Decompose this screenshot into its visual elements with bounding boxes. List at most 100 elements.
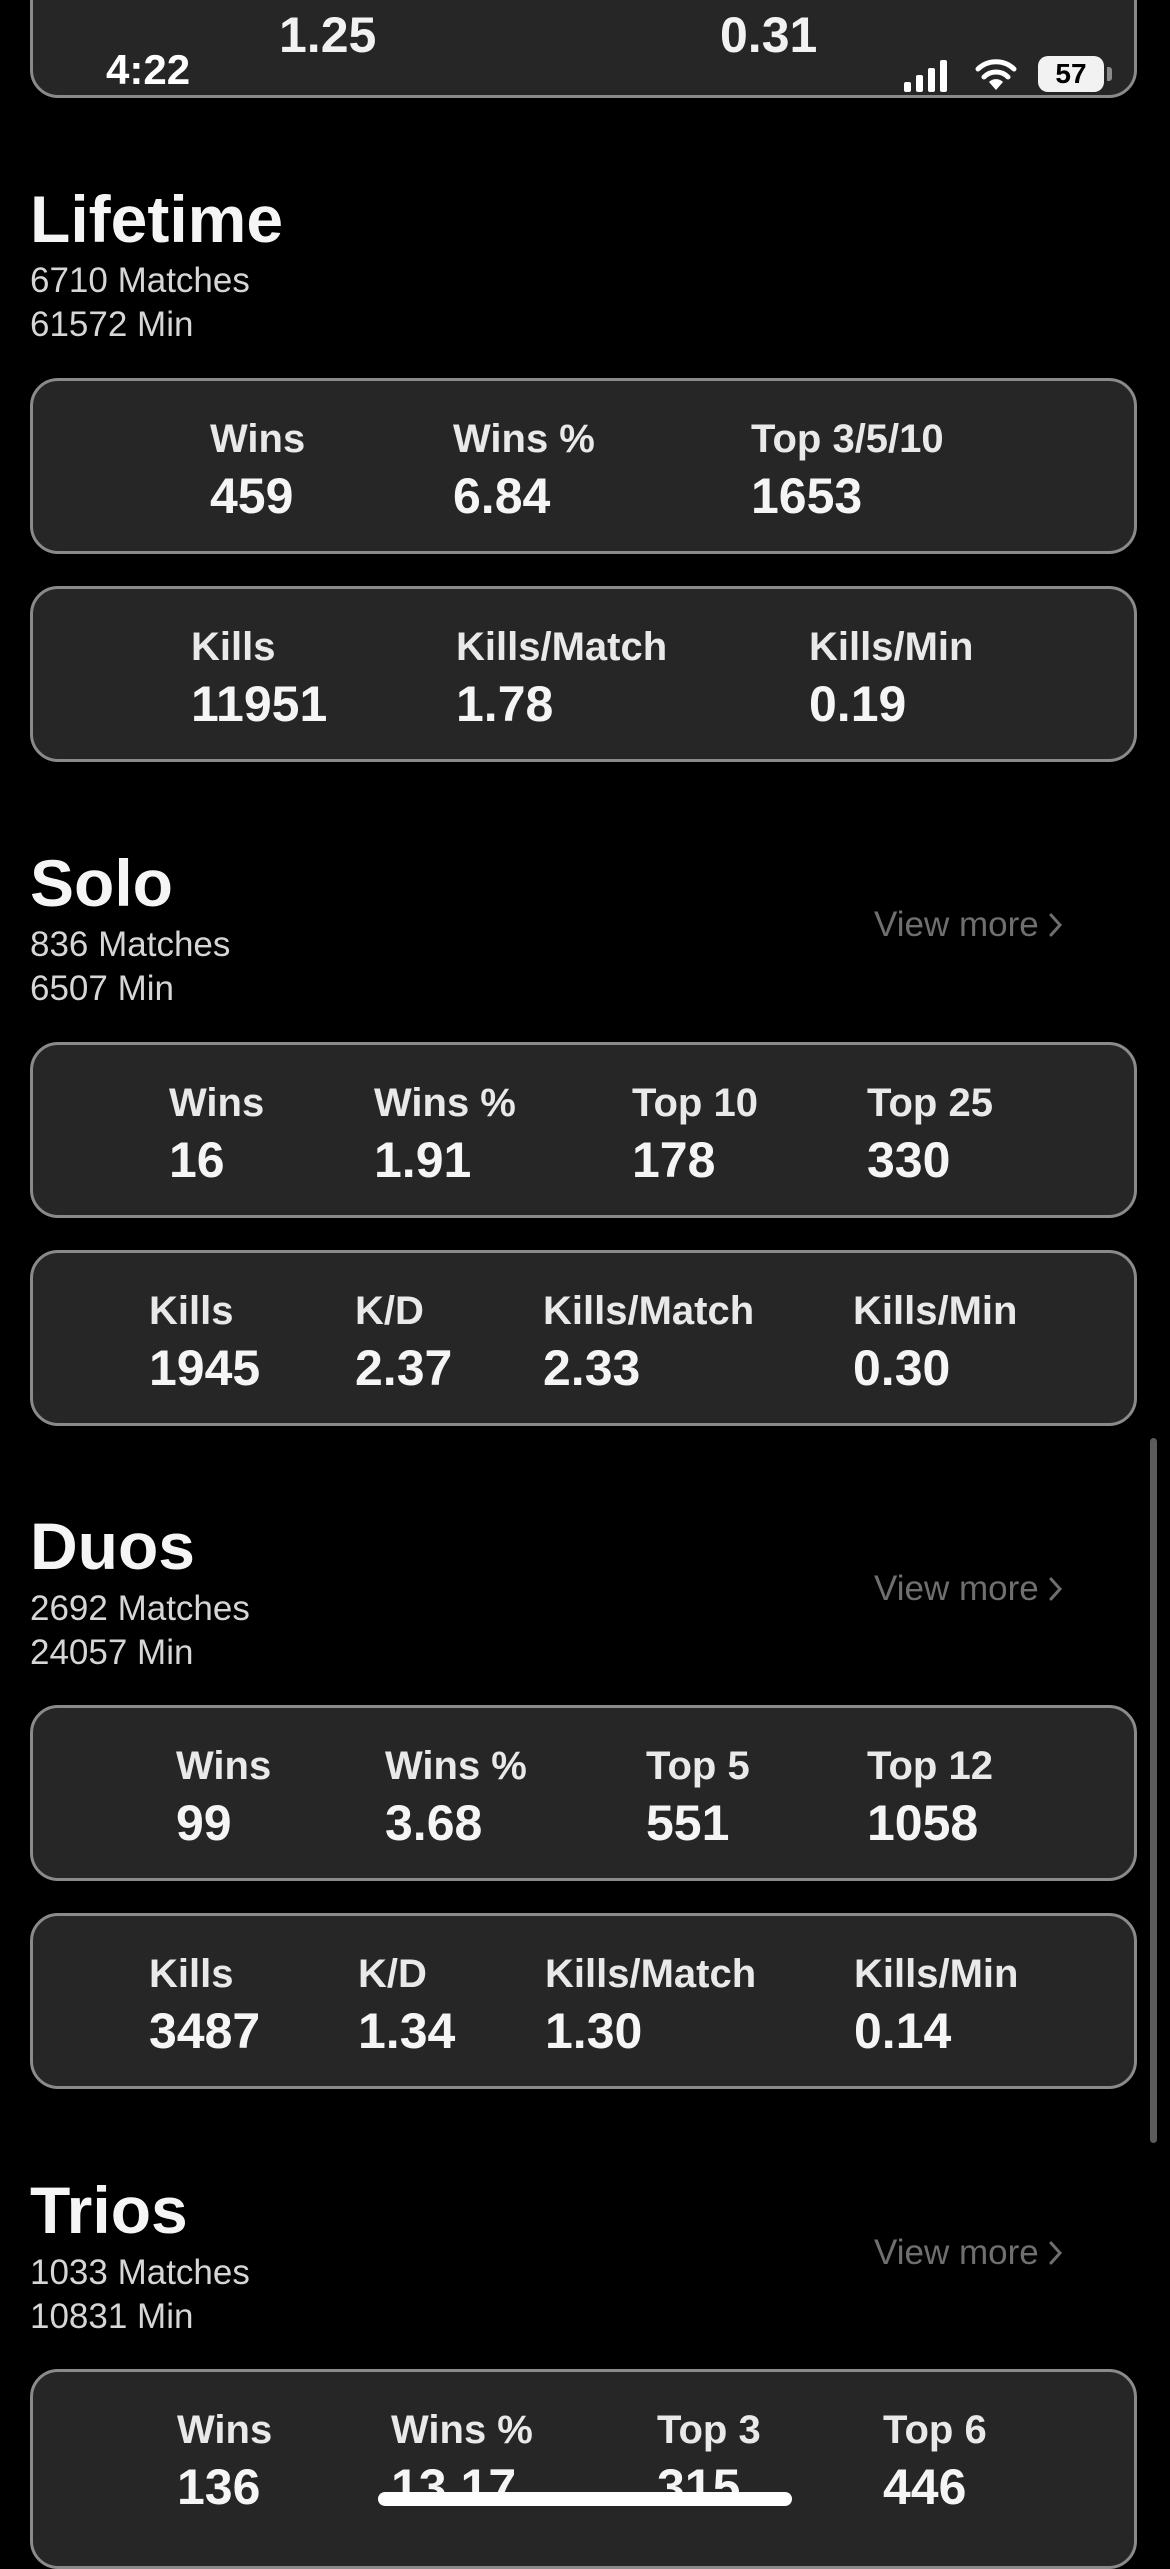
lifetime-stats-card-2: Kills 11951 Kills/Match 1.78 Kills/Min 0… [30, 586, 1137, 762]
trios-title: Trios [30, 2173, 188, 2247]
stat-kills-per-min: Kills/Min 0.30 [853, 1291, 1017, 1393]
trios-matches: 1033 Matches [30, 2253, 250, 2292]
stat-label: Kills [149, 1289, 234, 1333]
stat-kills-per-min: Kills/Min 0.19 [809, 627, 973, 729]
trios-stats-card-1: Wins 136 Wins % 13.17 Top 3 315 Top 6 44… [30, 2369, 1137, 2569]
view-more-label: View more [874, 2233, 1039, 2272]
stat-label: Kills/Min [854, 1952, 1019, 1996]
stat-label: Wins % [391, 2408, 533, 2452]
status-time: 4:22 [106, 46, 191, 93]
stat-label: Wins [210, 417, 306, 461]
battery-tip [1107, 67, 1112, 81]
lifetime-matches: 6710 Matches [30, 261, 250, 300]
stat-label: Wins % [453, 417, 595, 461]
stat-value: 459 [210, 468, 294, 524]
signal-icon [904, 60, 947, 92]
lifetime-title: Lifetime [30, 182, 284, 256]
stat-wins: Wins 136 [177, 2410, 272, 2512]
stat-top-6: Top 6 446 [883, 2410, 987, 2512]
stat-label: Top 3/5/10 [751, 417, 944, 461]
stat-wins: Wins 16 [169, 1083, 264, 1185]
duos-matches: 2692 Matches [30, 1589, 250, 1628]
battery-icon: 57 [1038, 56, 1104, 92]
wifi-icon [975, 59, 1017, 90]
stat-top-12: Top 12 1058 [867, 1746, 993, 1848]
view-more-label: View more [874, 1569, 1039, 1608]
stat-value: 0.14 [854, 2003, 952, 2059]
duos-stats-card-2: Kills 3487 K/D 1.34 Kills/Match 1.30 Kil… [30, 1913, 1137, 2089]
stat-kills: Kills 1945 [149, 1291, 260, 1393]
duos-minutes: 24057 Min [30, 1633, 194, 1672]
stat-label: Wins [169, 1081, 265, 1125]
stat-value: 6.84 [453, 468, 551, 524]
stat-value: 551 [646, 1795, 730, 1851]
stat-kills-per-min: Kills/Min 0.14 [854, 1954, 1018, 2056]
trios-view-more-link[interactable]: View more [874, 2235, 1063, 2270]
stat-kd: K/D 2.37 [355, 1291, 452, 1393]
stat-label: Wins [177, 2408, 273, 2452]
stat-value: 1.34 [358, 2003, 456, 2059]
stat-value: 330 [867, 1132, 951, 1188]
stat-kd: K/D 1.34 [358, 1954, 455, 2056]
stat-value: 2.37 [355, 1340, 453, 1396]
solo-matches: 836 Matches [30, 925, 231, 964]
stat-value: 1.78 [456, 676, 554, 732]
duos-view-more-link[interactable]: View more [874, 1571, 1063, 1606]
stat-value: 136 [177, 2459, 261, 2515]
stat-label: Wins [176, 1744, 272, 1788]
stat-label: Top 3 [657, 2408, 761, 2452]
duos-stats-card-1: Wins 99 Wins % 3.68 Top 5 551 Top 12 105… [30, 1705, 1137, 1881]
solo-title: Solo [30, 846, 173, 920]
stat-value: 178 [632, 1132, 716, 1188]
stat-label: Kills/Match [543, 1289, 755, 1333]
stat-top-placements: Top 3/5/10 1653 [751, 419, 944, 521]
stat-label: Wins % [374, 1081, 516, 1125]
stat-label: Top 5 [646, 1744, 750, 1788]
stat-label: Top 6 [883, 2408, 987, 2452]
stat-value: 1.30 [545, 2003, 643, 2059]
stat-kills: Kills 3487 [149, 1954, 260, 2056]
stat-value: 3.68 [385, 1795, 483, 1851]
stat-kills-per-match: Kills/Match 1.78 [456, 627, 667, 729]
partial-value-right: 0.31 [720, 7, 818, 63]
stat-label: Top 10 [632, 1081, 758, 1125]
duos-title: Duos [30, 1509, 195, 1583]
stat-value: 2.33 [543, 1340, 641, 1396]
chevron-right-icon [1049, 913, 1062, 936]
partial-value-left: 1.25 [279, 7, 377, 63]
stat-label: Kills [149, 1952, 234, 1996]
stat-kills-per-match: Kills/Match 2.33 [543, 1291, 754, 1393]
stat-label: K/D [355, 1289, 424, 1333]
solo-stats-card-1: Wins 16 Wins % 1.91 Top 10 178 Top 25 33… [30, 1042, 1137, 1218]
stat-value: 16 [169, 1132, 225, 1188]
stat-label: Kills [191, 625, 276, 669]
stat-label: Top 12 [867, 1744, 993, 1788]
lifetime-minutes: 61572 Min [30, 305, 194, 344]
stat-wins: Wins 99 [176, 1746, 271, 1848]
chevron-right-icon [1049, 2241, 1062, 2264]
scroll-indicator[interactable] [1150, 1438, 1157, 2143]
stat-wins-percent: Wins % 3.68 [385, 1746, 527, 1848]
stat-value: 11951 [191, 676, 328, 732]
solo-view-more-link[interactable]: View more [874, 907, 1063, 942]
lifetime-stats-card-1: Wins 459 Wins % 6.84 Top 3/5/10 1653 [30, 378, 1137, 554]
stat-value: 3487 [149, 2003, 261, 2059]
stat-value: 1.91 [374, 1132, 472, 1188]
stat-label: Kills/Min [809, 625, 974, 669]
stat-label: Kills/Min [853, 1289, 1018, 1333]
stat-label: Wins % [385, 1744, 527, 1788]
stat-kills-per-match: Kills/Match 1.30 [545, 1954, 756, 2056]
stat-wins: Wins 459 [210, 419, 305, 521]
stat-label: K/D [358, 1952, 427, 1996]
stat-label: Top 25 [867, 1081, 993, 1125]
battery-level: 57 [1055, 58, 1087, 89]
stat-value: 1653 [751, 468, 863, 524]
previous-stats-card [30, 0, 1137, 98]
stat-value: 0.19 [809, 676, 907, 732]
stat-wins-percent: Wins % 1.91 [374, 1083, 516, 1185]
stat-value: 1945 [149, 1340, 261, 1396]
stat-value: 0.30 [853, 1340, 951, 1396]
trios-minutes: 10831 Min [30, 2297, 194, 2336]
stat-value: 99 [176, 1795, 232, 1851]
home-indicator[interactable] [378, 2492, 792, 2506]
